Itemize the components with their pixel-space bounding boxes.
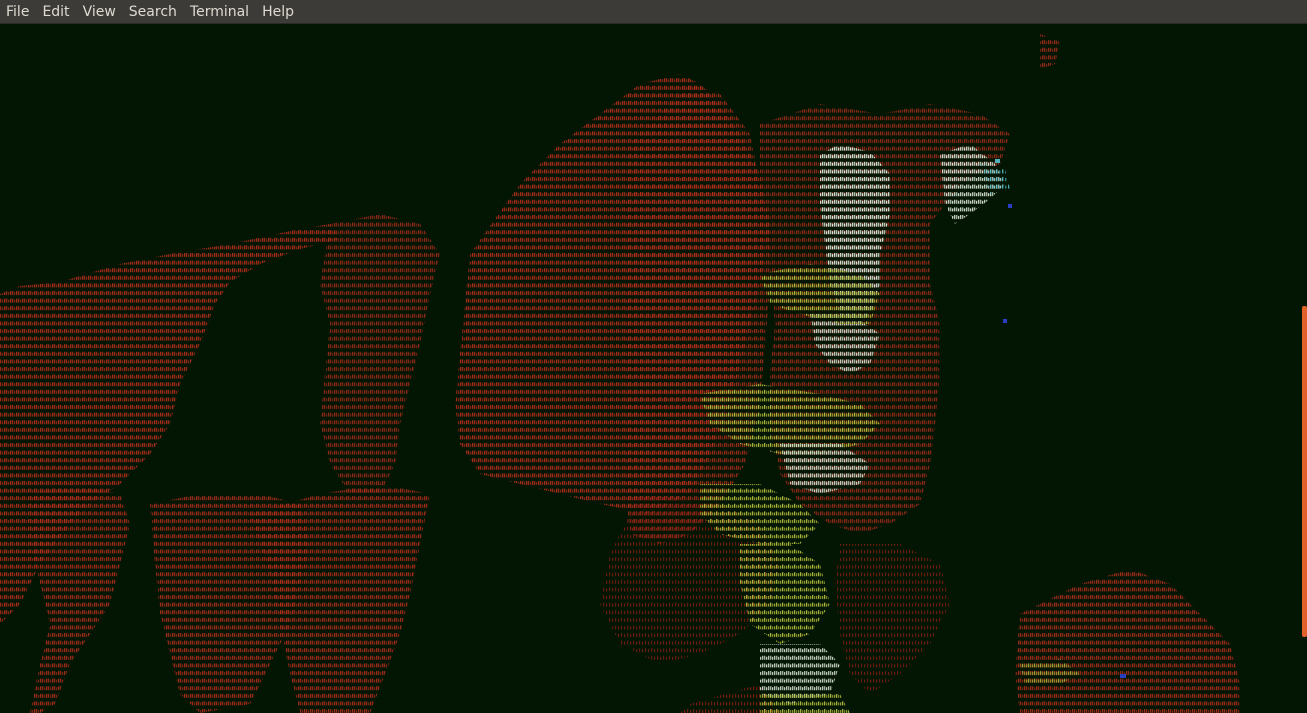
left-wing-art — [0, 214, 440, 713]
menu-terminal[interactable]: Terminal — [190, 0, 255, 24]
terminal-window: File Edit View Search Terminal Help — [0, 0, 1307, 713]
menu-help[interactable]: Help — [262, 0, 300, 24]
right-wing-art — [455, 74, 770, 544]
menu-file[interactable]: File — [6, 0, 35, 24]
terminal-scrollbar[interactable] — [1301, 24, 1307, 713]
menu-edit[interactable]: Edit — [42, 0, 75, 24]
ascii-art-dragon-image — [0, 34, 1240, 713]
menu-view[interactable]: View — [83, 0, 122, 24]
menu-search[interactable]: Search — [129, 0, 183, 24]
menu-bar: File Edit View Search Terminal Help — [0, 0, 1307, 24]
terminal-output[interactable] — [0, 24, 1307, 713]
scrollbar-thumb[interactable] — [1302, 306, 1307, 637]
